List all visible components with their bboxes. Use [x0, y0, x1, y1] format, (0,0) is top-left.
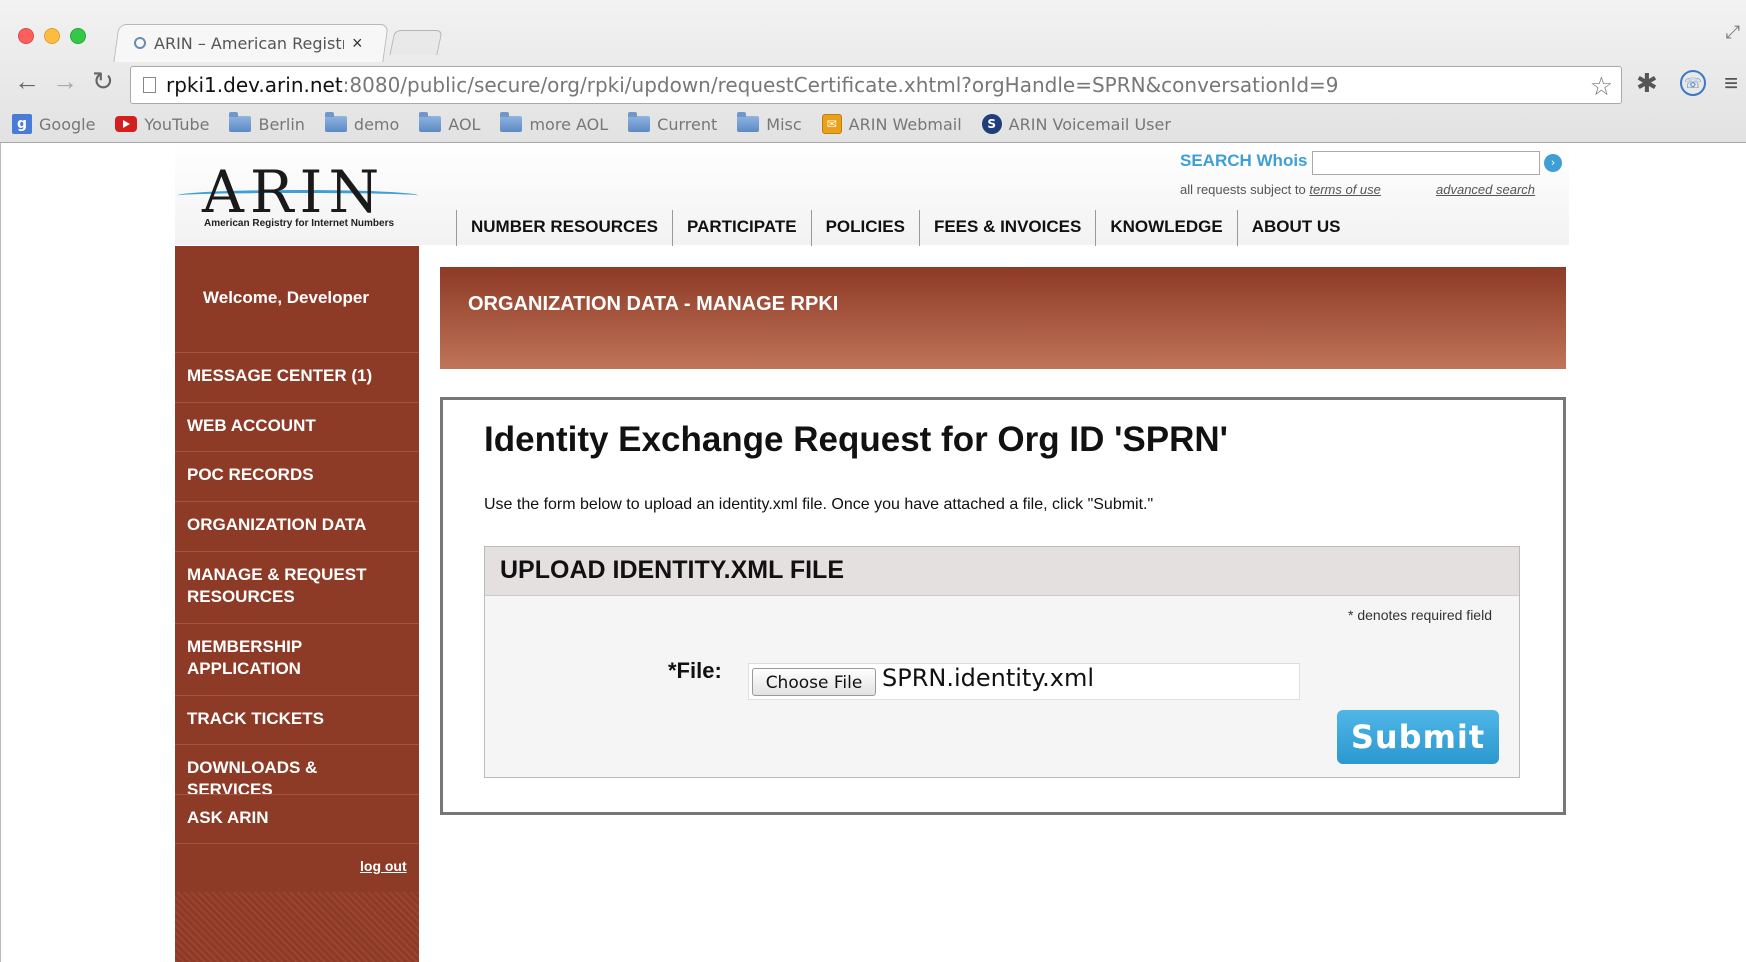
search-note: all requests subject to terms of use: [1180, 182, 1381, 197]
sidebar-item-organization-data[interactable]: ORGANIZATION DATA: [175, 501, 419, 551]
folder-icon: [419, 112, 442, 132]
extension-phone-icon[interactable]: ☏: [1680, 70, 1706, 96]
nav-about-us[interactable]: ABOUT US: [1236, 210, 1355, 246]
search-note-text: all requests subject to: [1180, 182, 1306, 197]
bookmark-more-aol[interactable]: more AOL: [500, 112, 609, 134]
choose-file-button[interactable]: Choose File: [752, 668, 876, 696]
voicemail-icon: S: [981, 114, 1002, 134]
nav-number-resources[interactable]: NUMBER RESOURCES: [456, 210, 672, 246]
section-banner: [440, 267, 1566, 369]
bookmark-demo[interactable]: demo: [324, 112, 400, 134]
bookmark-label: Misc: [766, 114, 802, 134]
url-host: rpki1.dev.arin.net: [166, 73, 343, 97]
welcome-text: Welcome, Developer: [203, 288, 369, 307]
instructions-text: Use the form below to upload an identity…: [484, 496, 1154, 513]
youtube-icon: [115, 116, 138, 132]
selected-file-name: SPRN.identity.xml: [882, 664, 1094, 692]
nav-knowledge[interactable]: KNOWLEDGE: [1095, 210, 1236, 246]
bookmark-star-icon[interactable]: ☆: [1590, 71, 1613, 102]
browser-tab-content: ARIN – American Registry ×: [130, 24, 380, 62]
back-arrow-icon[interactable]: ←: [14, 66, 40, 97]
bookmark-google[interactable]: g Google: [12, 114, 95, 134]
search-go-icon[interactable]: ›: [1544, 154, 1562, 172]
bookmark-label: AOL: [448, 114, 481, 134]
submit-button[interactable]: Submit: [1337, 710, 1499, 764]
sidebar-item-message-center[interactable]: MESSAGE CENTER (1): [175, 352, 419, 402]
bookmark-label: Berlin: [258, 114, 305, 134]
required-field-note: * denotes required field: [1348, 607, 1492, 623]
bookmark-label: ARIN Voicemail User: [1008, 114, 1171, 134]
logo-wordmark: ARIN: [202, 158, 386, 226]
address-bar[interactable]: rpki1.dev.arin.net:8080/public/secure/or…: [130, 66, 1622, 104]
arin-logo[interactable]: ARIN American Registry for Internet Numb…: [178, 160, 420, 230]
mail-icon: ✉: [821, 114, 842, 134]
logout-link[interactable]: log out: [360, 858, 407, 874]
sidebar-item-web-account[interactable]: WEB ACCOUNT: [175, 402, 419, 451]
folder-icon: [500, 112, 523, 132]
bookmark-label: YouTube: [144, 114, 210, 134]
tab-favicon-icon: [134, 37, 146, 49]
search-whois-label: SEARCH Whois: [1180, 151, 1308, 170]
zoom-window-button[interactable]: [70, 28, 86, 44]
bookmark-label: demo: [353, 114, 400, 134]
menu-icon[interactable]: ≡: [1724, 70, 1738, 98]
fullscreen-icon[interactable]: ⤢: [1726, 22, 1740, 43]
minimize-window-button[interactable]: [44, 28, 60, 44]
bookmark-label: ARIN Webmail: [848, 114, 962, 134]
new-tab-button[interactable]: [389, 30, 443, 55]
bookmark-arin-voicemail[interactable]: S ARIN Voicemail User: [981, 114, 1171, 134]
bookmark-label: Current: [657, 114, 718, 134]
window-controls: [18, 28, 86, 44]
page-title: Identity Exchange Request for Org ID 'SP…: [484, 420, 1228, 459]
nav-policies[interactable]: POLICIES: [810, 210, 919, 246]
banner-title: ORGANIZATION DATA - MANAGE RPKI: [468, 293, 839, 315]
bookmark-label: more AOL: [529, 114, 609, 134]
search-whois-input[interactable]: [1312, 151, 1540, 175]
tab-close-icon[interactable]: ×: [352, 33, 363, 54]
page-icon: [143, 77, 156, 93]
bookmark-berlin[interactable]: Berlin: [229, 112, 305, 134]
upload-panel-title: UPLOAD IDENTITY.XML FILE: [500, 556, 844, 584]
bookmark-arin-webmail[interactable]: ✉ ARIN Webmail: [821, 114, 962, 134]
bookmarks-bar: g Google YouTube Berlin demo AOL more AOL…: [12, 110, 1171, 138]
logo-subtitle: American Registry for Internet Numbers: [204, 218, 395, 229]
extension-bug-icon[interactable]: ✱: [1636, 68, 1658, 99]
bookmark-aol[interactable]: AOL: [419, 112, 481, 134]
sidebar-item-downloads-services[interactable]: DOWNLOADS & SERVICES: [175, 744, 419, 799]
bookmark-current[interactable]: Current: [628, 112, 718, 134]
bookmark-misc[interactable]: Misc: [737, 112, 802, 134]
file-label: *File:: [668, 658, 722, 683]
sidebar-item-ask-arin[interactable]: ASK ARIN: [175, 794, 419, 843]
reload-icon[interactable]: ↻: [92, 66, 114, 97]
folder-icon: [324, 112, 347, 132]
forward-arrow-icon[interactable]: →: [52, 66, 78, 97]
folder-icon: [628, 112, 651, 132]
tab-title: ARIN – American Registry: [154, 33, 344, 53]
sidebar-pattern: [175, 892, 419, 962]
sidebar-item-manage-request-resources[interactable]: MANAGE & REQUEST RESOURCES: [175, 551, 419, 623]
google-icon: g: [12, 114, 32, 134]
bookmark-youtube[interactable]: YouTube: [115, 115, 209, 134]
bookmark-label: Google: [39, 114, 96, 134]
close-window-button[interactable]: [18, 28, 34, 44]
folder-icon: [737, 112, 760, 132]
folder-icon: [229, 112, 252, 132]
url-text: rpki1.dev.arin.net:8080/public/secure/or…: [166, 73, 1339, 97]
advanced-search-link[interactable]: advanced search: [1436, 182, 1535, 197]
main-navigation: NUMBER RESOURCES PARTICIPATE POLICIES FE…: [456, 210, 1355, 246]
nav-fees-invoices[interactable]: FEES & INVOICES: [918, 210, 1095, 246]
url-path: :8080/public/secure/org/rpki/updown/requ…: [342, 73, 1339, 97]
sidebar-item-track-tickets[interactable]: TRACK TICKETS: [175, 695, 419, 744]
sidebar-item-membership-application[interactable]: MEMBERSHIP APPLICATION: [175, 623, 419, 695]
nav-participate[interactable]: PARTICIPATE: [672, 210, 811, 246]
sidebar-item-poc-records[interactable]: POC RECORDS: [175, 451, 419, 501]
terms-of-use-link[interactable]: terms of use: [1309, 182, 1381, 197]
